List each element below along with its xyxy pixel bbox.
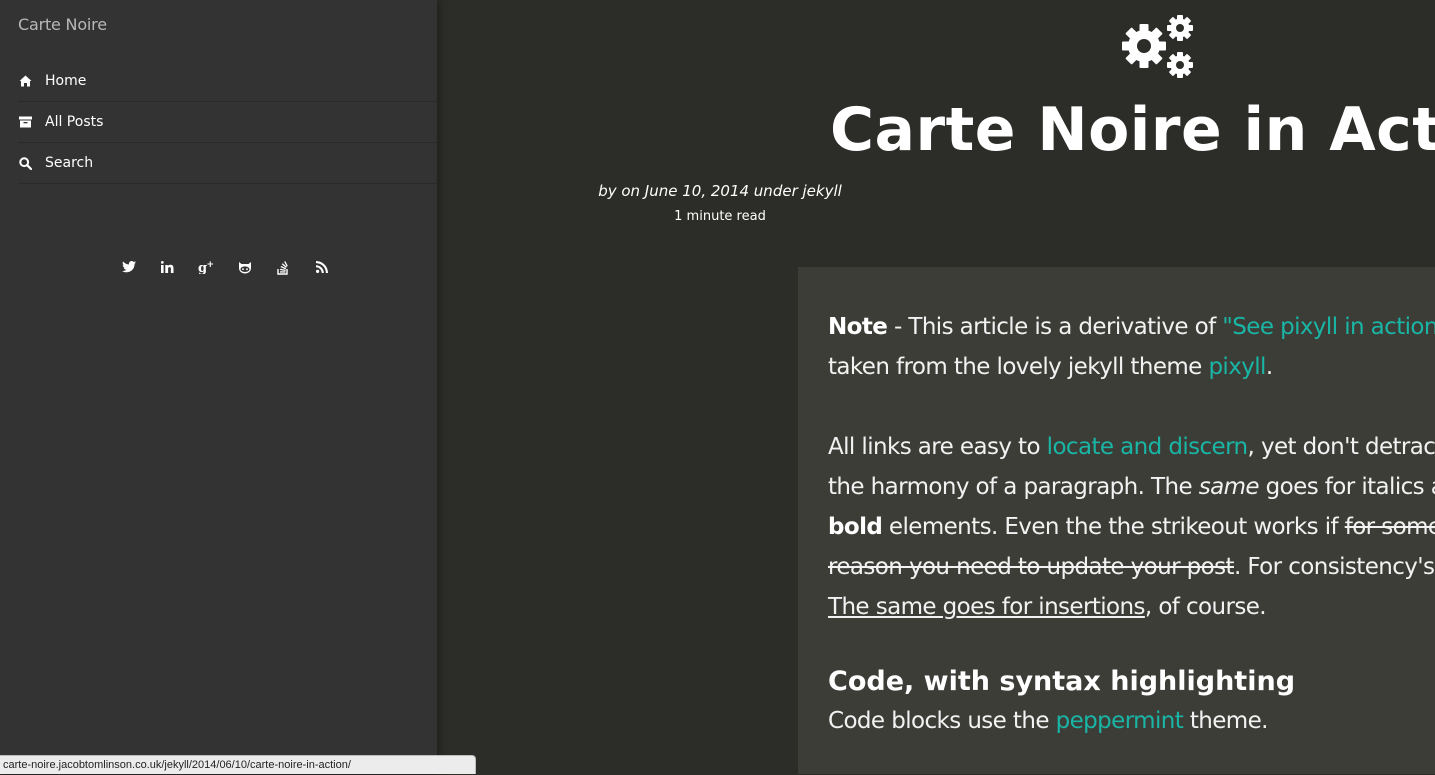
google-plus-icon: g + xyxy=(198,260,214,274)
stack-overflow-link[interactable] xyxy=(264,256,303,278)
text: . xyxy=(1265,354,1273,380)
text: elements. Even the the strikeout works i… xyxy=(882,514,1345,540)
main-content: Carte Noire in Action by on June 10, 201… xyxy=(437,0,1435,774)
note-label: Note xyxy=(828,314,888,340)
sidebar-item-label: All Posts xyxy=(45,114,104,130)
linkedin-link[interactable] xyxy=(149,256,188,278)
google-plus-link[interactable]: g + xyxy=(187,256,226,278)
text: taken from the lovely jekyll theme xyxy=(828,354,1209,380)
pixyll-link[interactable]: pixyll xyxy=(1208,354,1266,380)
github-link[interactable] xyxy=(226,256,265,278)
paragraph: All links are easy to locate and discern… xyxy=(828,427,1435,627)
strikeout-text: for some xyxy=(1344,514,1435,540)
section-heading: Code, with syntax highlighting xyxy=(828,666,1296,697)
browser-status-bar: carte-noire.jacobtomlinson.co.uk/jekyll/… xyxy=(0,755,476,774)
sidebar: Carte Noire Home All Posts Search g + xyxy=(0,0,437,774)
text: Code blocks use the xyxy=(828,708,1056,734)
twitter-link[interactable] xyxy=(110,256,149,278)
bold-text: bold xyxy=(828,514,883,540)
paragraph: Note - This article is a derivative of "… xyxy=(828,307,1435,387)
sidebar-nav: Home All Posts Search xyxy=(18,61,437,184)
paragraph: Code blocks use the peppermint theme. xyxy=(828,701,1435,741)
inserted-text: The same goes for insertions xyxy=(828,594,1145,620)
github-icon xyxy=(238,261,251,273)
stack-overflow-icon xyxy=(277,260,289,275)
text: , of course. xyxy=(1144,594,1267,620)
rss-icon xyxy=(315,261,328,273)
sidebar-item-label: Search xyxy=(45,155,94,171)
linkedin-icon xyxy=(161,261,174,273)
sidebar-item-search[interactable]: Search xyxy=(18,143,437,184)
strikeout-text: reason you need to update your post xyxy=(828,554,1235,580)
text: goes for italics an xyxy=(1265,474,1435,500)
twitter-icon xyxy=(122,261,137,273)
text: All links are easy to xyxy=(828,434,1047,460)
read-time: 1 minute read xyxy=(674,209,766,224)
search-icon xyxy=(18,156,32,170)
svg-text:+: + xyxy=(207,260,215,270)
archive-icon xyxy=(18,115,32,129)
see-pixyll-link[interactable]: "See pixyll in action" xyxy=(1222,314,1435,340)
sidebar-item-label: Home xyxy=(45,73,87,89)
sidebar-item-all-posts[interactable]: All Posts xyxy=(18,102,437,143)
post-title: Carte Noire in Action xyxy=(830,95,1435,165)
home-icon xyxy=(18,74,32,88)
peppermint-link[interactable]: peppermint xyxy=(1056,708,1184,734)
sidebar-item-home[interactable]: Home xyxy=(18,61,437,102)
rss-link[interactable] xyxy=(303,256,342,278)
locate-and-discern-link[interactable]: locate and discern xyxy=(1047,434,1248,460)
post-body: Note - This article is a derivative of "… xyxy=(828,307,1435,774)
post-card: Note - This article is a derivative of "… xyxy=(798,267,1435,774)
post-meta: by on June 10, 2014 under jekyll xyxy=(598,182,842,200)
text: theme. xyxy=(1183,708,1269,734)
text: . For consistency's s xyxy=(1233,554,1435,580)
italic-text: same xyxy=(1198,474,1260,500)
text: - This article is a derivative of xyxy=(887,314,1223,340)
social-links: g + xyxy=(110,256,341,278)
text: the harmony of a paragraph. The xyxy=(828,474,1199,500)
text: , yet don't detract f xyxy=(1247,434,1435,460)
gears-logo-icon xyxy=(1122,12,1194,80)
site-title-link[interactable]: Carte Noire xyxy=(18,15,107,34)
